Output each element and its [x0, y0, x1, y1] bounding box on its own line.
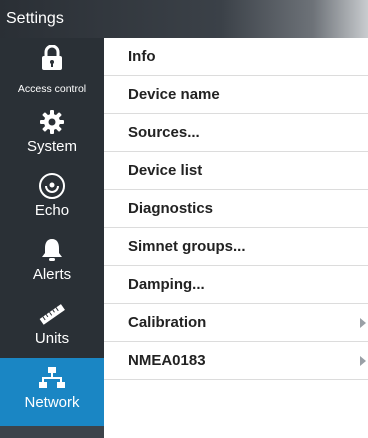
network-menu: Info Device name Sources... Device list …	[104, 38, 368, 380]
menu-item-damping[interactable]: Damping...	[104, 266, 368, 304]
sidebar-item-echo[interactable]: Echo	[0, 166, 104, 230]
sidebar-item-label: Network	[24, 394, 80, 411]
chevron-right-icon	[360, 318, 366, 328]
sidebar-item-system[interactable]: System	[0, 102, 104, 166]
menu-item-label: Diagnostics	[128, 200, 214, 217]
sonar-icon	[0, 172, 104, 200]
sidebar-item-label: System	[26, 138, 77, 155]
menu-item-calibration[interactable]: Calibration	[104, 304, 368, 342]
window-title: Settings	[6, 10, 64, 27]
menu-item-diagnostics[interactable]: Diagnostics	[104, 190, 368, 228]
sidebar-item-label: Echo	[34, 202, 70, 219]
menu-item-label: Damping...	[128, 276, 205, 293]
sidebar-item-units[interactable]: Units	[0, 294, 104, 358]
menu-item-label: Calibration	[128, 314, 207, 331]
bell-icon	[0, 236, 104, 264]
menu-item-device-name[interactable]: Device name	[104, 76, 368, 114]
menu-item-label: Sources...	[128, 124, 200, 141]
sidebar-item-access-control[interactable]: Access control	[0, 38, 104, 102]
settings-sidebar: Access control System Echo Alerts Units …	[0, 38, 104, 438]
chevron-right-icon	[360, 356, 366, 366]
sidebar-item-label: Units	[34, 330, 70, 347]
menu-item-nmea0183[interactable]: NMEA0183	[104, 342, 368, 380]
sidebar-item-alerts[interactable]: Alerts	[0, 230, 104, 294]
ruler-icon	[0, 300, 104, 328]
menu-item-device-list[interactable]: Device list	[104, 152, 368, 190]
sidebar-scroll-strip	[0, 426, 104, 438]
menu-item-sources[interactable]: Sources...	[104, 114, 368, 152]
sidebar-item-label: Alerts	[32, 266, 72, 283]
menu-item-label: NMEA0183	[128, 352, 206, 369]
network-icon	[0, 364, 104, 392]
gear-icon	[0, 108, 104, 136]
menu-item-label: Device list	[128, 162, 203, 179]
sidebar-item-network[interactable]: Network	[0, 358, 104, 426]
menu-item-label: Info	[128, 48, 156, 65]
menu-item-label: Device name	[128, 86, 220, 103]
menu-item-simnet-groups[interactable]: Simnet groups...	[104, 228, 368, 266]
sidebar-item-label: Access control	[17, 83, 87, 95]
menu-item-info[interactable]: Info	[104, 38, 368, 76]
settings-title-bar: Settings	[0, 0, 368, 38]
lock-icon	[0, 44, 104, 72]
menu-item-label: Simnet groups...	[128, 238, 246, 255]
